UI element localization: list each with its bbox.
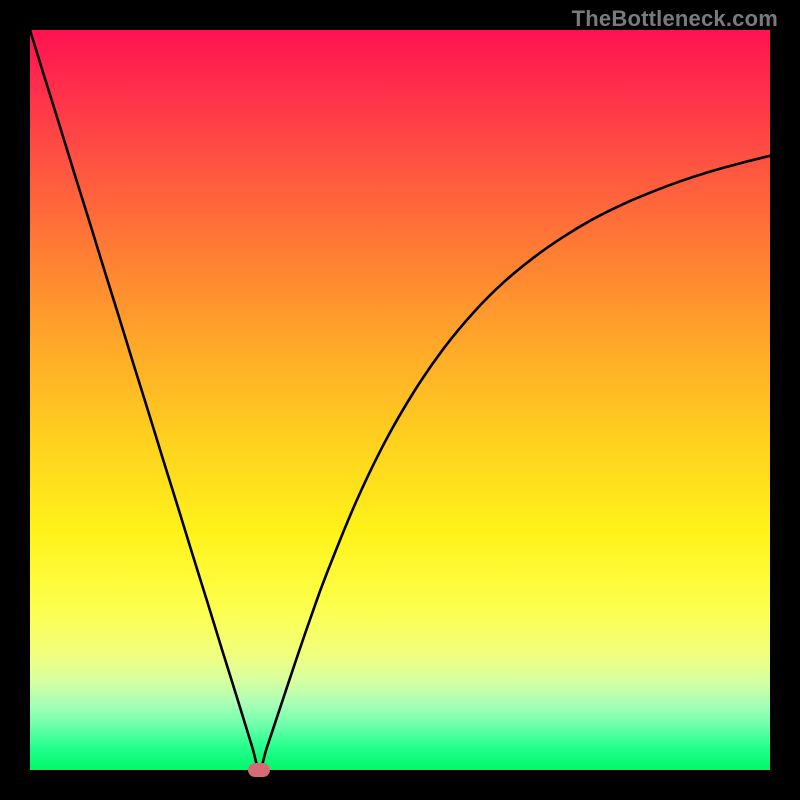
chart-frame: TheBottleneck.com (0, 0, 800, 800)
bottleneck-curve (30, 30, 770, 770)
minimum-marker (248, 763, 270, 777)
plot-area (30, 30, 770, 770)
watermark-label: TheBottleneck.com (572, 6, 778, 32)
